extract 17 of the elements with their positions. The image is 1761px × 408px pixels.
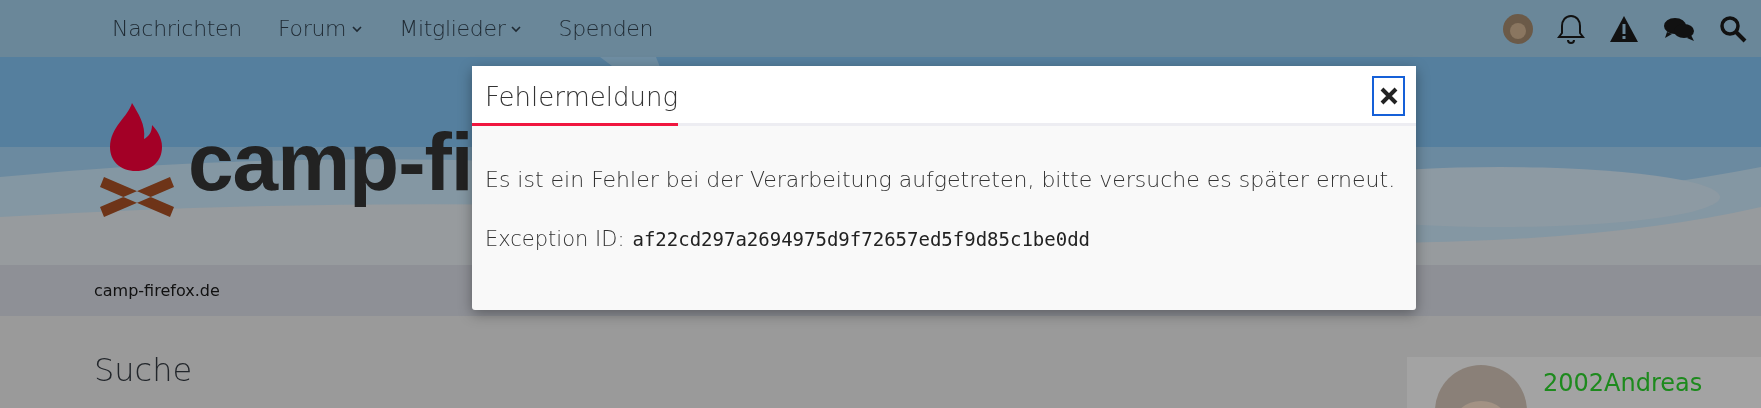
close-button[interactable] <box>1372 76 1405 116</box>
close-icon <box>1379 87 1398 105</box>
bell-icon[interactable] <box>1557 12 1585 45</box>
dropdown-link[interactable]: Mitglieder <box>399 12 523 45</box>
dialog-title: Fehlermeldung <box>472 66 679 126</box>
nav-link[interactable]: Spenden <box>558 12 654 45</box>
logo-text: camp-fi <box>188 114 473 209</box>
nav-link[interactable]: Nachrichten <box>112 12 242 45</box>
warning-icon[interactable] <box>1609 14 1639 43</box>
breadcrumb-link[interactable]: camp-firefox.de <box>94 278 220 303</box>
exception-label: Exception ID: <box>485 226 625 253</box>
error-message: Es ist ein Fehler bei der Verarbeitung aufgetreten, bitte versuche es später erneut. <box>485 166 1397 194</box>
exception-id: af22cd297a2694975d9f72657ed5f9d85c1be0dd <box>632 227 1091 252</box>
search-icon[interactable] <box>1719 14 1747 43</box>
dropdown-link[interactable]: Forum <box>278 12 364 45</box>
page-title: Suche <box>94 350 193 391</box>
chat-icon[interactable] <box>1663 15 1695 42</box>
